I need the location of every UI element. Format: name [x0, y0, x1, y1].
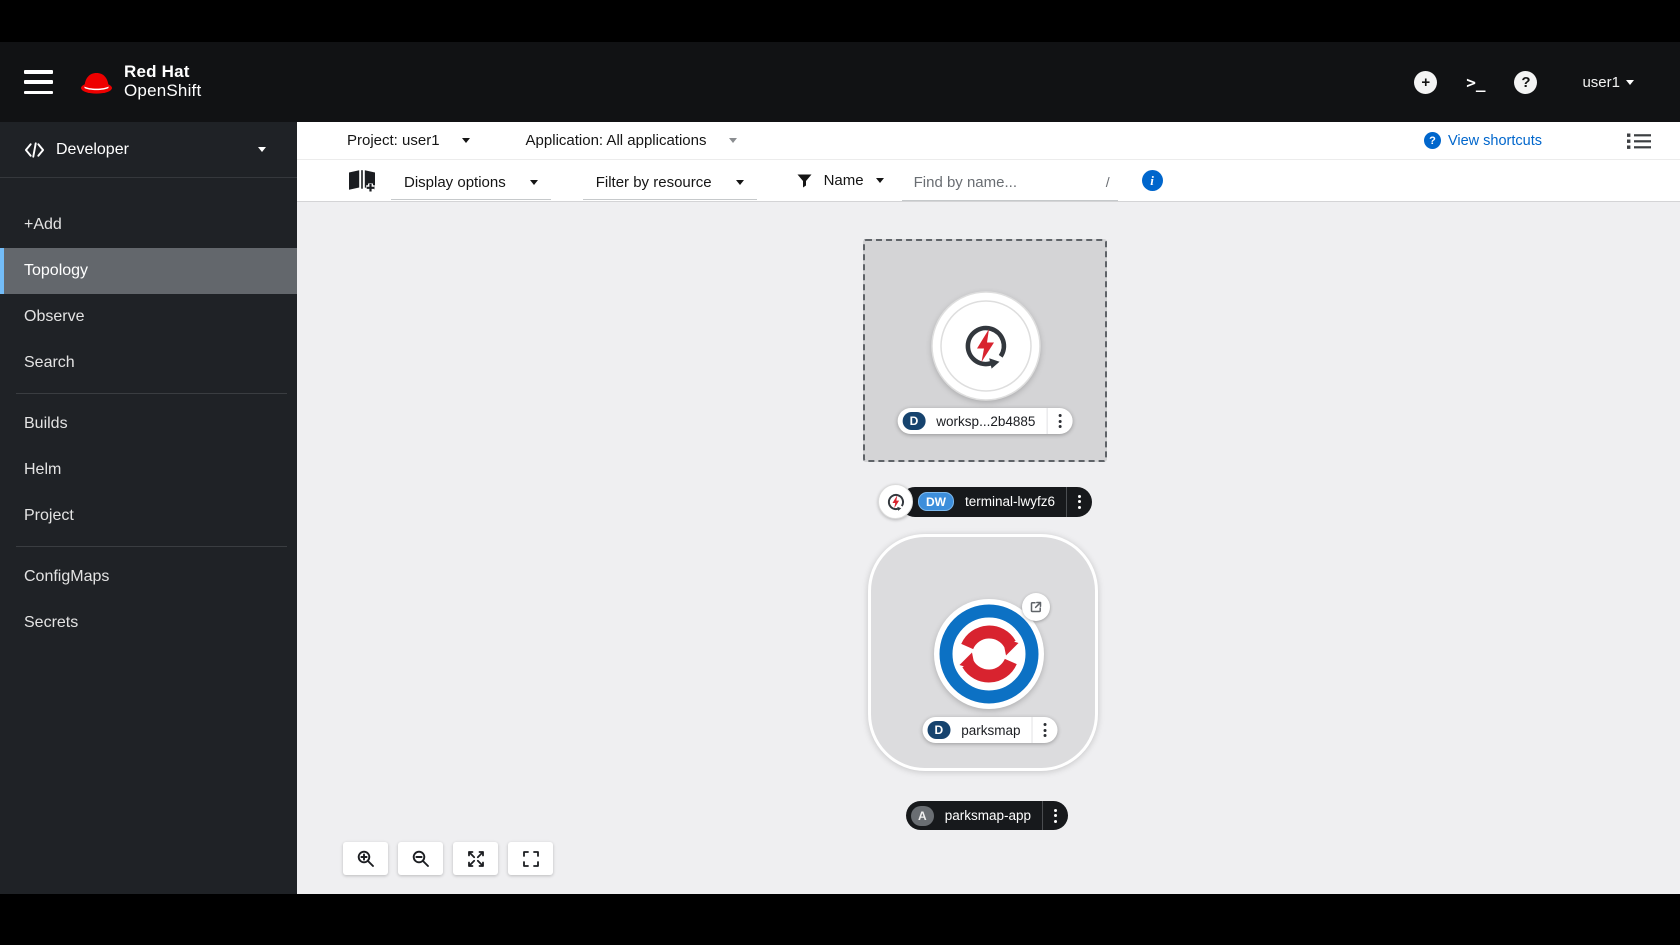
- devworkspace-badge: DW: [918, 492, 954, 511]
- project-dropdown[interactable]: Project: user1: [347, 132, 470, 149]
- devworkspace-lightning-icon: [888, 494, 902, 510]
- parksmap-application-name: parksmap-app: [945, 808, 1031, 823]
- display-options-label: Display options: [404, 174, 506, 191]
- chevron-down-icon: [729, 138, 737, 143]
- canvas-controls: [343, 842, 553, 875]
- fit-to-screen-button[interactable]: [453, 842, 498, 875]
- question-circle-icon: ?: [1424, 132, 1441, 149]
- sidebar-item-add[interactable]: +Add: [0, 202, 297, 248]
- filter-by-resource-label: Filter by resource: [596, 174, 712, 191]
- display-options-dropdown[interactable]: Display options: [391, 170, 551, 200]
- quick-search-book-icon[interactable]: [347, 168, 377, 193]
- sidebar-divider: [16, 546, 287, 547]
- quick-create-plus-icon[interactable]: +: [1414, 71, 1437, 94]
- redhat-hat-icon: [78, 69, 115, 96]
- terminal-workload-name: terminal-lwyfz6: [965, 494, 1055, 509]
- nav-toggle-button[interactable]: [24, 70, 53, 94]
- workspace-deployment-node[interactable]: [930, 290, 1042, 402]
- masthead-actions: + >_ ? user1: [1414, 71, 1634, 94]
- perspective-label: Developer: [56, 141, 129, 159]
- parksmap-application-label[interactable]: A parksmap-app: [906, 801, 1068, 830]
- zoom-out-icon: [411, 849, 430, 868]
- reset-view-button[interactable]: [508, 842, 553, 875]
- help-icon[interactable]: ?: [1514, 71, 1537, 94]
- chevron-down-icon: [530, 180, 538, 185]
- sidebar-nav: Developer +Add Topology Observe Search B…: [0, 122, 297, 894]
- zoom-in-icon: [356, 849, 375, 868]
- topology-canvas[interactable]: D worksp...2b4885 DW: [297, 202, 1680, 893]
- devworkspace-node-icon[interactable]: [878, 484, 913, 519]
- open-url-decorator[interactable]: [1022, 593, 1050, 621]
- chevron-down-icon: [258, 147, 266, 152]
- application-dropdown[interactable]: Application: All applications: [526, 132, 737, 149]
- chevron-down-icon: [462, 138, 470, 143]
- user-name: user1: [1582, 74, 1620, 91]
- code-icon: [24, 141, 45, 159]
- terminal-glyph: >_: [1466, 73, 1485, 92]
- chevron-down-icon: [736, 180, 744, 185]
- find-by-name-field: /: [902, 169, 1118, 201]
- context-bar: Project: user1 Application: All applicat…: [297, 122, 1680, 160]
- zoom-out-button[interactable]: [398, 842, 443, 875]
- find-by-name-input[interactable]: [912, 173, 1106, 192]
- sidebar-item-configmaps[interactable]: ConfigMaps: [0, 554, 297, 600]
- filter-by-resource-dropdown[interactable]: Filter by resource: [583, 170, 757, 200]
- application-badge: A: [911, 806, 934, 826]
- sidebar-item-helm[interactable]: Helm: [0, 447, 297, 493]
- external-link-icon: [1029, 600, 1043, 614]
- kebab-menu-icon[interactable]: [1047, 408, 1072, 434]
- kebab-menu-icon[interactable]: [1032, 717, 1057, 743]
- project-dropdown-label: Project: user1: [347, 132, 440, 149]
- list-view-icon[interactable]: [1626, 131, 1652, 151]
- info-icon[interactable]: i: [1142, 170, 1163, 191]
- slash-shortcut-hint: /: [1106, 174, 1110, 190]
- main-content: Project: user1 Application: All applicat…: [297, 122, 1680, 894]
- filter-funnel-icon: [797, 173, 812, 188]
- brand-line1: Red Hat: [124, 63, 201, 82]
- sidebar-item-secrets[interactable]: Secrets: [0, 600, 297, 646]
- topology-toolbar: Display options Filter by resource Name …: [297, 160, 1680, 202]
- sidebar-items: +Add Topology Observe Search Builds Helm…: [0, 202, 297, 646]
- deployment-badge: D: [903, 412, 926, 430]
- workspace-deployment-label[interactable]: D worksp...2b4885: [898, 408, 1073, 434]
- chevron-down-icon: [876, 178, 884, 183]
- kebab-menu-icon[interactable]: [1043, 801, 1068, 830]
- brand-line2: OpenShift: [124, 82, 201, 101]
- openshift-console: Red Hat OpenShift + >_ ? user1: [0, 0, 1680, 945]
- name-filter-dropdown[interactable]: Name: [797, 172, 884, 189]
- sidebar-divider: [16, 393, 287, 394]
- plus-glyph: +: [1421, 74, 1430, 91]
- sidebar-item-observe[interactable]: Observe: [0, 294, 297, 340]
- deployment-badge: D: [928, 721, 951, 739]
- help-glyph: ?: [1521, 74, 1530, 91]
- web-terminal-icon[interactable]: >_: [1466, 71, 1485, 94]
- name-filter-label: Name: [824, 172, 864, 189]
- masthead: Red Hat OpenShift + >_ ? user1: [0, 42, 1680, 122]
- user-menu[interactable]: user1: [1582, 74, 1634, 91]
- zoom-in-button[interactable]: [343, 842, 388, 875]
- view-shortcuts-link[interactable]: View shortcuts: [1448, 133, 1542, 149]
- parksmap-deployment-label[interactable]: D parksmap: [923, 717, 1058, 743]
- sidebar-item-project[interactable]: Project: [0, 493, 297, 539]
- perspective-switcher[interactable]: Developer: [0, 122, 297, 178]
- application-dropdown-label: Application: All applications: [526, 132, 707, 149]
- sidebar-item-builds[interactable]: Builds: [0, 401, 297, 447]
- chevron-down-icon: [1626, 80, 1634, 85]
- redhat-openshift-logo: Red Hat OpenShift: [78, 63, 201, 100]
- parksmap-deployment-name: parksmap: [961, 723, 1020, 738]
- kebab-menu-icon[interactable]: [1067, 487, 1092, 517]
- workspace-deployment-name: worksp...2b4885: [936, 414, 1035, 429]
- terminal-workload-label[interactable]: DW terminal-lwyfz6: [878, 484, 1092, 519]
- sidebar-item-search[interactable]: Search: [0, 340, 297, 386]
- fullscreen-brackets-icon: [522, 850, 540, 868]
- context-bar-right: ? View shortcuts: [1424, 131, 1652, 151]
- sidebar-item-topology[interactable]: Topology: [0, 248, 297, 294]
- expand-arrows-icon: [467, 850, 485, 868]
